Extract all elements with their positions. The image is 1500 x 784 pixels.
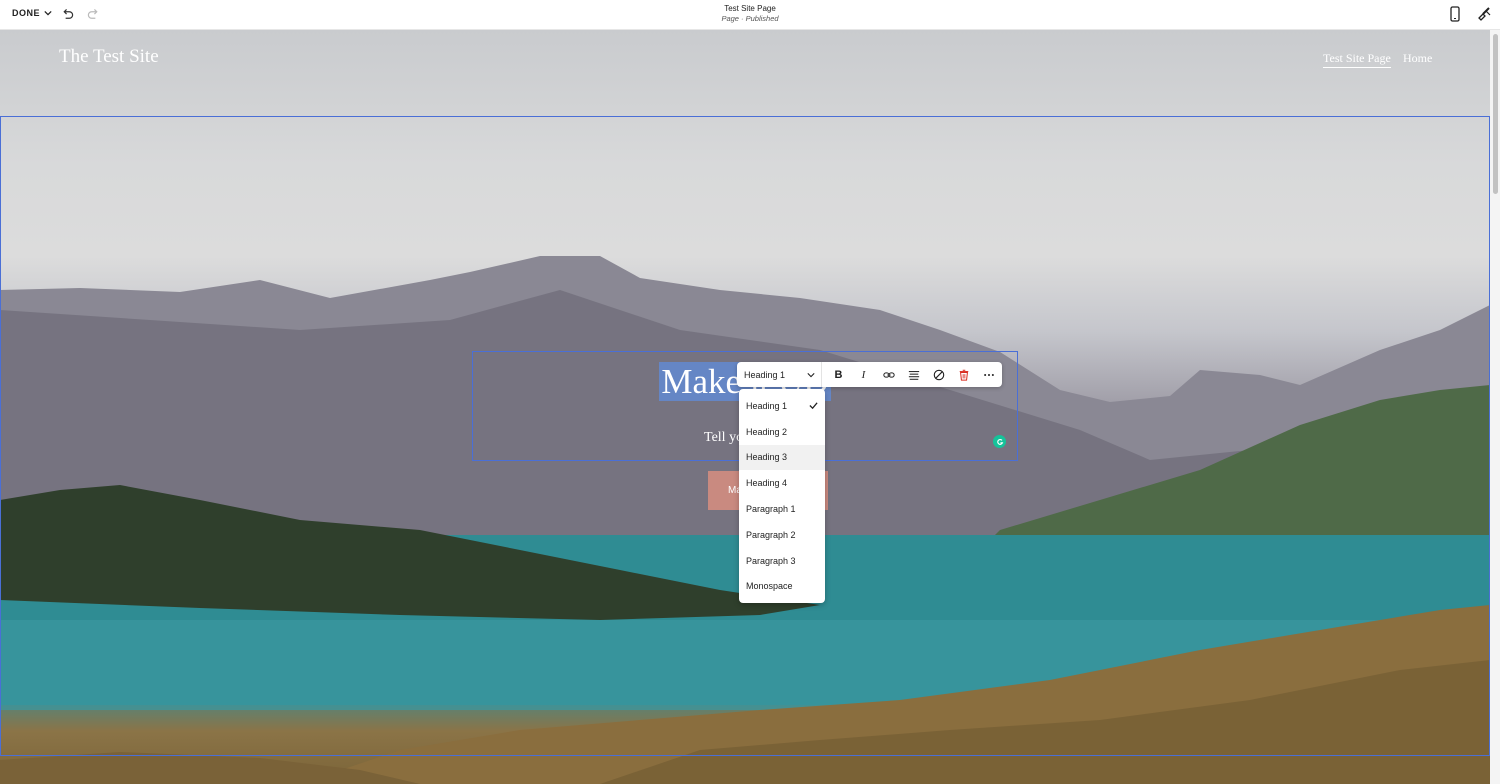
more-horizontal-icon [983, 373, 994, 376]
site-title[interactable]: The Test Site [59, 46, 159, 68]
italic-button[interactable]: I [851, 362, 876, 387]
nav-link-test-site-page[interactable]: Test Site Page [1323, 51, 1391, 68]
scrollbar-thumb[interactable] [1493, 34, 1498, 194]
link-icon [882, 371, 895, 378]
dropdown-item-paragraph-3[interactable]: Paragraph 3 [739, 548, 825, 574]
align-center-icon [908, 370, 919, 380]
dropdown-item-heading-4[interactable]: Heading 4 [739, 470, 825, 496]
nav-link-home[interactable]: Home [1403, 51, 1432, 66]
dropdown-item-heading-3[interactable]: Heading 3 [739, 444, 825, 471]
text-style-dropdown: Heading 1 Heading 2 Heading 3 Heading 4 … [739, 389, 825, 603]
text-style-select[interactable]: Heading 1 [737, 362, 822, 387]
checkmark-icon [809, 402, 818, 410]
dropdown-item-paragraph-2[interactable]: Paragraph 2 [739, 522, 825, 548]
text-style-selected-value: Heading 1 [744, 369, 786, 380]
page-status: Page · Published [721, 14, 779, 23]
link-button[interactable] [876, 362, 901, 387]
align-button[interactable] [901, 362, 926, 387]
dropdown-item-monospace[interactable]: Monospace [739, 574, 825, 600]
dropdown-item-heading-1[interactable]: Heading 1 [739, 393, 825, 419]
page-title: Test Site Page [724, 4, 776, 13]
delete-button[interactable] [951, 362, 976, 387]
clear-formatting-button[interactable] [926, 362, 951, 387]
editor-top-bar: DONE Test Site Page Page · Published [0, 0, 1500, 30]
mobile-preview-icon[interactable] [1449, 6, 1461, 22]
grammarly-icon[interactable] [993, 435, 1006, 448]
dropdown-item-paragraph-1[interactable]: Paragraph 1 [739, 496, 825, 522]
chevron-down-icon [807, 372, 815, 377]
hero-subtext[interactable]: Tell yo [704, 430, 743, 446]
bold-button[interactable]: B [826, 362, 851, 387]
dropdown-item-heading-2[interactable]: Heading 2 [739, 419, 825, 445]
text-format-toolbar: Heading 1 B I [737, 362, 1002, 387]
clear-format-icon [933, 369, 944, 380]
trash-icon [959, 369, 968, 381]
paintbrush-icon[interactable] [1476, 6, 1492, 22]
grammarly-g-icon [996, 438, 1003, 445]
more-options-button[interactable] [976, 362, 1001, 387]
